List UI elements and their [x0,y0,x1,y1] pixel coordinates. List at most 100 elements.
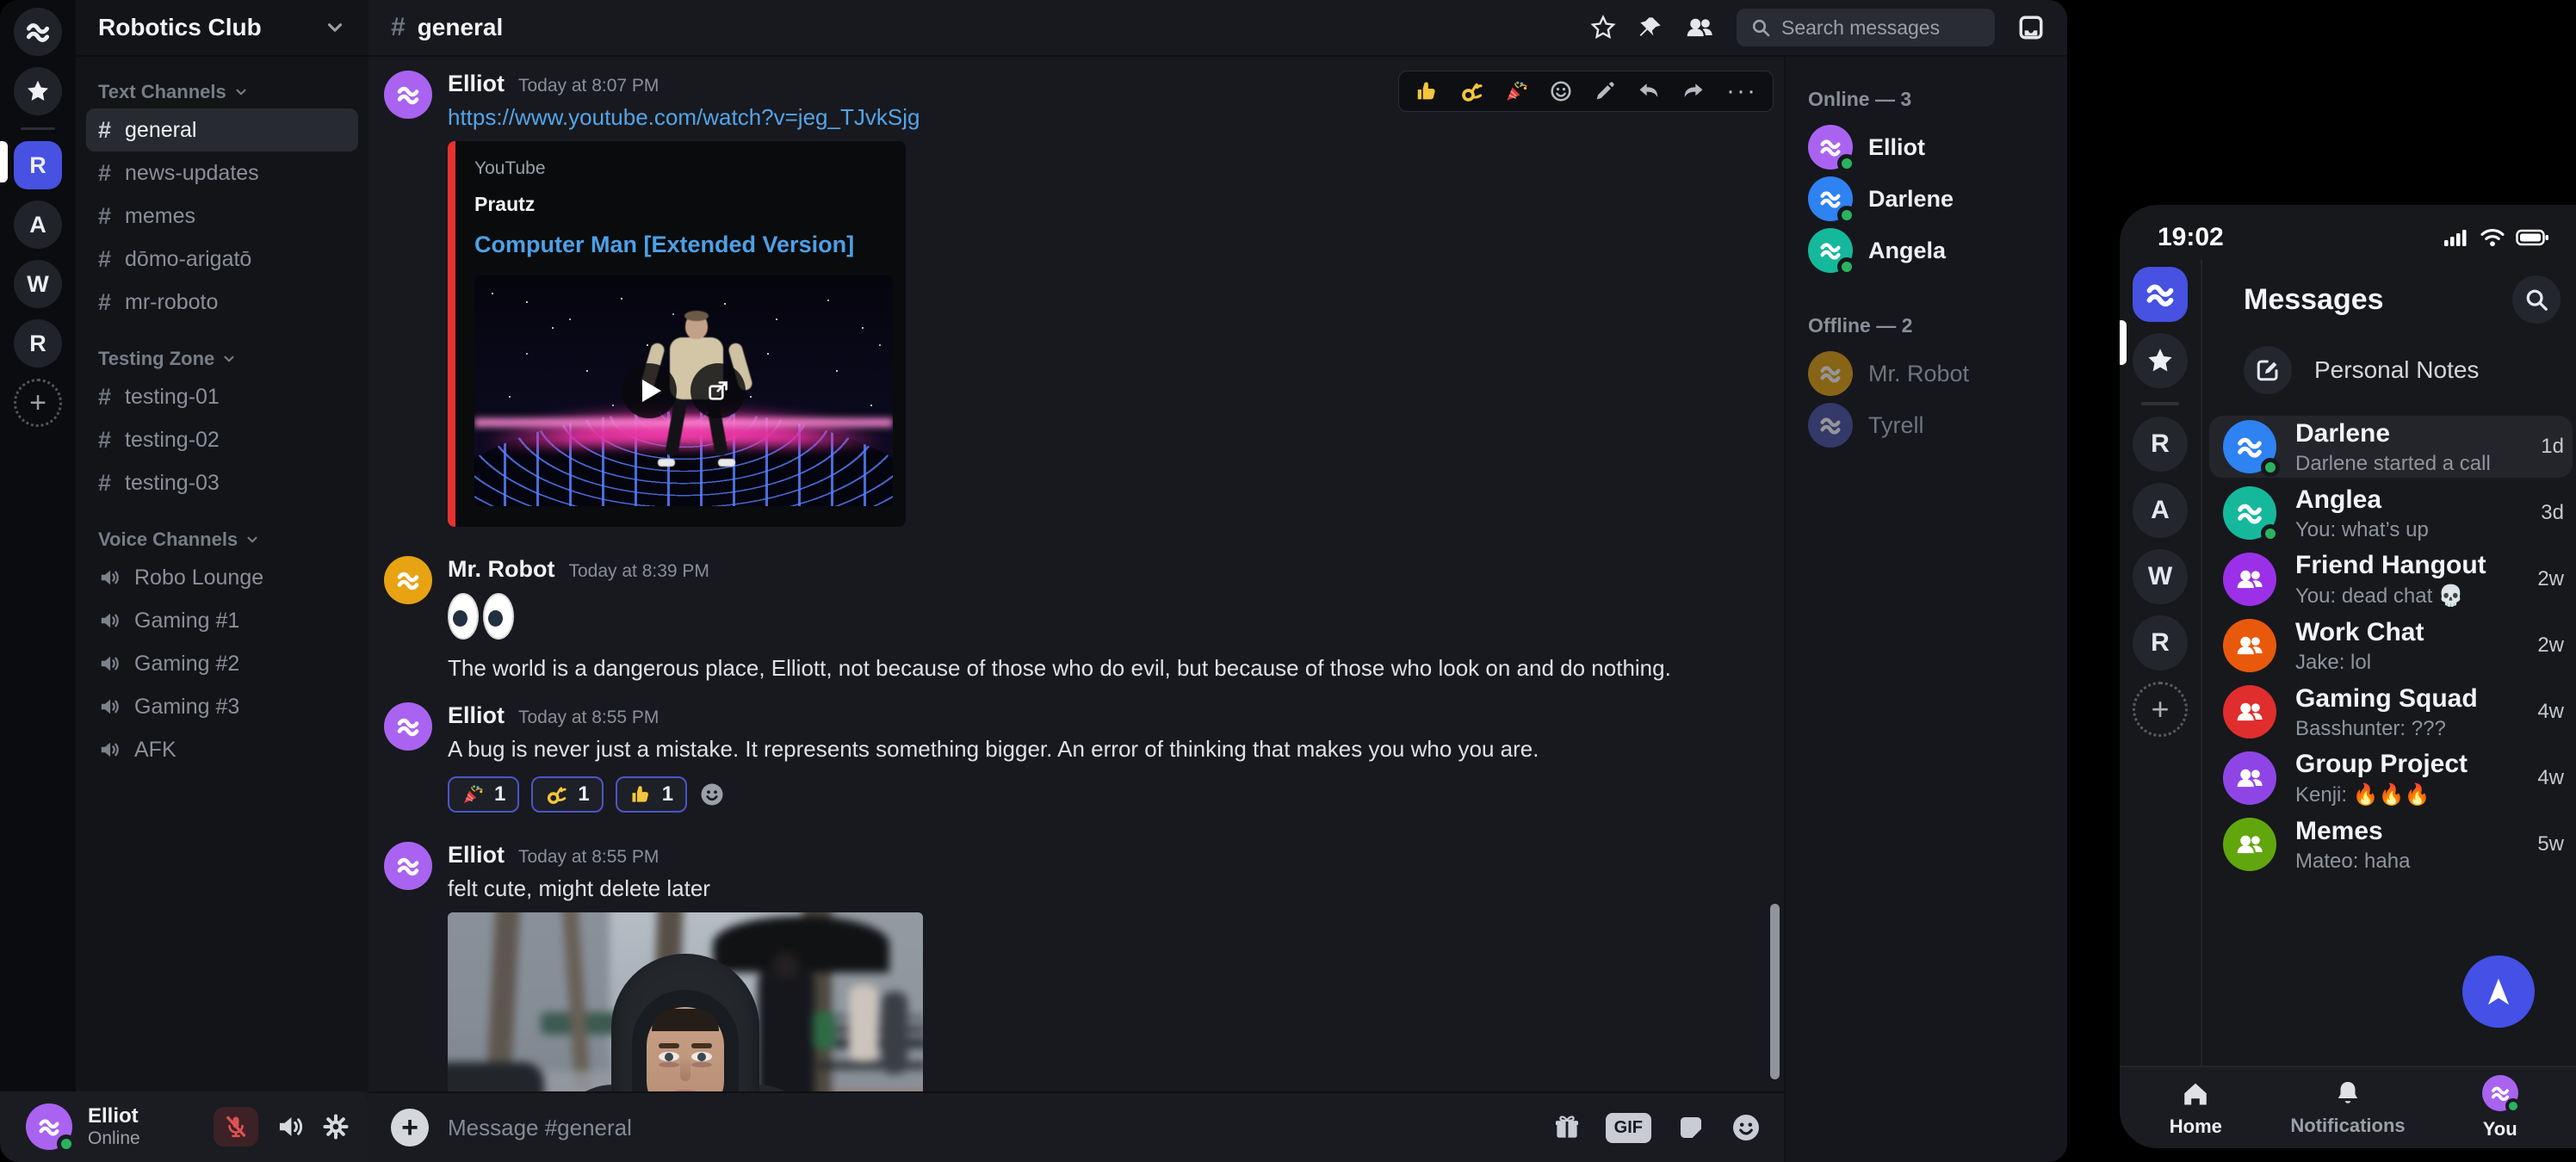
react-ok-hand-icon[interactable] [1459,79,1483,103]
deafen-speaker-icon[interactable] [276,1112,305,1141]
voice-robo-lounge[interactable]: Robo Lounge [86,556,358,599]
search-box[interactable] [1737,9,1995,46]
add-reaction-button[interactable] [699,782,725,807]
chat-anglea[interactable]: Anglea You: what’s up 3d [2209,482,2573,544]
server-header[interactable]: Robotics Club [76,0,368,57]
channel-mr-roboto[interactable]: # mr-roboto [86,281,358,324]
pinned-messages-icon[interactable] [1638,15,1663,40]
new-chat-fab[interactable] [2462,955,2535,1028]
chat-memes[interactable]: Memes Mateo: haha 5w [2209,813,2573,875]
server-a[interactable]: A [14,201,62,249]
react-thumbs-up-icon[interactable] [1415,79,1439,103]
edit-icon[interactable] [1594,80,1616,102]
member-elliot[interactable]: Elliot [1808,121,2067,173]
react-party-popper-icon[interactable] [1504,79,1528,103]
server-r2[interactable]: R [2133,615,2188,671]
reaction-party-popper[interactable]: 1 [448,776,519,813]
reply-icon[interactable] [1637,79,1661,103]
channel-testing-01[interactable]: # testing-01 [86,375,358,418]
nav-notifications[interactable]: Notifications [2272,1067,2424,1148]
attached-photo[interactable] [448,912,923,1091]
message-input[interactable] [448,1115,1533,1141]
avatar[interactable] [384,842,432,890]
channel-testing-02[interactable]: # testing-02 [86,418,358,461]
message-author[interactable]: Elliot [448,842,505,868]
more-actions-icon[interactable]: ··· [1726,83,1757,100]
settings-gear-icon[interactable] [322,1113,350,1140]
user-status: Online [88,1128,140,1149]
voice-gaming-1[interactable]: Gaming #1 [86,599,358,642]
voice-gaming-3[interactable]: Gaming #3 [86,685,358,728]
nav-you[interactable]: You [2424,1067,2576,1148]
revolt-wave-icon [2143,277,2177,312]
members-icon[interactable] [1685,13,1714,42]
online-status-dot [57,1134,76,1153]
channel-testing-03[interactable]: # testing-03 [86,461,358,504]
message-author[interactable]: Elliot [448,702,505,729]
search-input[interactable] [1781,16,1962,40]
home-button[interactable] [2133,267,2188,322]
member-tyrell[interactable]: Tyrell [1808,399,2067,451]
user-avatar[interactable] [26,1103,72,1150]
microphone-mute-button[interactable] [214,1107,258,1147]
toggle-panel-icon[interactable] [2017,14,2045,41]
chat-group-project[interactable]: Group Project Kenji: 🔥🔥🔥 4w [2209,747,2573,809]
channel-domo-arigato[interactable]: # dōmo-arigatō [86,238,358,281]
message-link[interactable]: https://www.youtube.com/watch?v=jeg_TJvk… [448,104,920,131]
gif-picker-button[interactable]: GIF [1606,1113,1651,1143]
embed-title[interactable]: Computer Man [Extended Version] [474,232,887,258]
reaction-thumbs-up[interactable]: 1 [616,776,687,813]
avatar[interactable] [384,702,432,751]
server-w[interactable]: W [2133,549,2188,604]
play-button[interactable] [622,363,677,418]
sticker-icon[interactable] [1675,1112,1706,1143]
reaction-ok-hand[interactable]: 1 [531,776,603,813]
server-a[interactable]: A [2133,483,2188,538]
avatar [2223,553,2276,606]
favourites-button[interactable] [14,67,62,115]
hash-icon: # [98,246,111,273]
avatar[interactable] [384,71,432,119]
channel-general[interactable]: # general [86,108,358,151]
chat-friend-hangout[interactable]: Friend Hangout You: dead chat 💀 2w [2209,548,2573,610]
personal-notes-item[interactable]: Personal Notes [2202,324,2576,394]
channel-title: general [418,14,504,41]
channel-memes[interactable]: # memes [86,195,358,238]
member-mr-robot[interactable]: Mr. Robot [1808,348,2067,399]
avatar [2223,751,2276,805]
attach-button[interactable]: + [391,1109,429,1147]
voice-gaming-2[interactable]: Gaming #2 [86,642,358,685]
forward-icon[interactable] [1681,79,1706,103]
add-reaction-icon[interactable] [1549,79,1573,103]
message-author[interactable]: Mr. Robot [448,556,554,583]
server-r[interactable]: R [2133,417,2188,472]
add-server-button[interactable]: + [14,379,62,427]
chat-darlene[interactable]: Darlene Darlene started a call 1d [2209,416,2573,478]
server-robotics-club[interactable]: R [14,141,62,189]
add-server-button[interactable]: + [2133,682,2188,737]
avatar[interactable] [384,556,432,604]
search-button[interactable] [2512,275,2561,324]
chat-work-chat[interactable]: Work Chat Jake: lol 2w [2209,615,2573,677]
channel-news-updates[interactable]: # news-updates [86,151,358,195]
gift-icon[interactable] [1552,1113,1582,1142]
search-icon [1750,17,1771,38]
favourite-channel-icon[interactable] [1590,15,1616,40]
message-author[interactable]: Elliot [448,71,505,97]
chat-time: 1d [2541,435,2564,459]
favourites-button[interactable] [2133,333,2188,388]
open-external-button[interactable] [690,363,746,418]
voice-afk[interactable]: AFK [86,728,358,771]
member-angela[interactable]: Angela [1808,225,2067,276]
home-button[interactable] [14,8,62,56]
server-r2[interactable]: R [14,319,62,368]
category-voice-channels[interactable]: Voice Channels [98,528,356,551]
category-testing-zone[interactable]: Testing Zone [98,348,356,370]
member-darlene[interactable]: Darlene [1808,173,2067,225]
chat-scrollbar[interactable] [1770,904,1780,1079]
category-text-channels[interactable]: Text Channels [98,81,356,103]
emoji-picker-icon[interactable] [1731,1112,1762,1143]
chat-gaming-squad[interactable]: Gaming Squad Basshunter: ??? 4w [2209,681,2573,743]
server-w[interactable]: W [14,260,62,308]
nav-home[interactable]: Home [2120,1067,2272,1148]
